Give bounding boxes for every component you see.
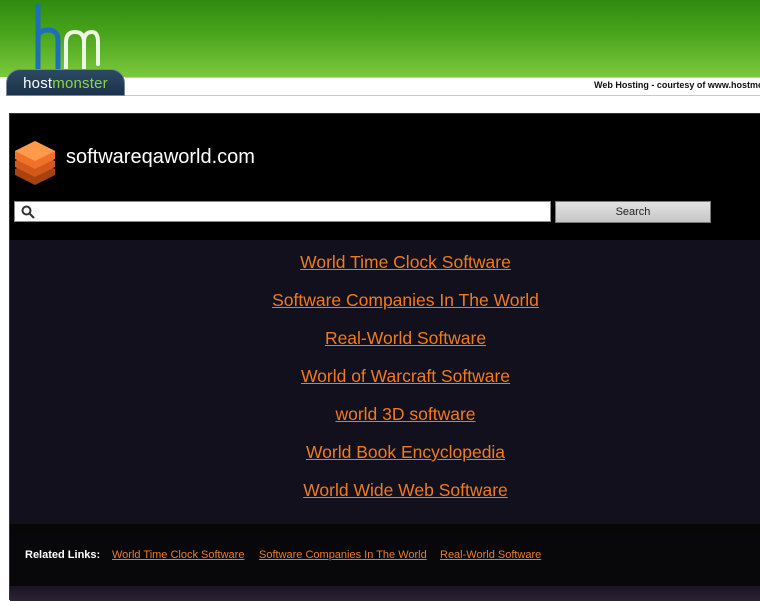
related-link-software-companies-in-the-world[interactable]: Software Companies In The World: [259, 549, 427, 561]
search-field[interactable]: [14, 201, 551, 222]
host-banner: hostmonster Web Hosting - courtesy of ww…: [0, 0, 760, 97]
list-item: Software Companies In The World: [10, 290, 760, 328]
list-item: world 3D software: [10, 404, 760, 442]
hostmonster-logo[interactable]: hostmonster: [6, 2, 125, 96]
link-world-book-encyclopedia[interactable]: World Book Encyclopedia: [306, 442, 505, 462]
link-real-world-software[interactable]: Real-World Software: [325, 328, 486, 348]
link-software-companies-in-the-world[interactable]: Software Companies In The World: [272, 290, 539, 310]
credit-bar: Web Hosting - courtesy of www.hostmonste…: [125, 77, 760, 96]
related-link-world-time-clock-software[interactable]: World Time Clock Software: [112, 549, 244, 561]
sponsored-link-list: World Time Clock Software Software Compa…: [10, 252, 760, 518]
link-world-wide-web-software[interactable]: World Wide Web Software: [303, 480, 508, 500]
list-item: World of Warcraft Software: [10, 366, 760, 404]
footer-strip: [10, 586, 760, 601]
search-button[interactable]: Search: [555, 201, 711, 223]
list-item: World Time Clock Software: [10, 252, 760, 290]
site-title: softwareqaworld.com: [66, 146, 255, 168]
link-world-time-clock-software[interactable]: World Time Clock Software: [300, 252, 511, 272]
site-header: softwareqaworld.com Search: [10, 114, 760, 240]
orange-layers-icon: [15, 141, 55, 185]
list-item: World Wide Web Software: [10, 480, 760, 518]
link-world-of-warcraft-software[interactable]: World of Warcraft Software: [301, 366, 510, 386]
link-world-3d-software[interactable]: world 3D software: [335, 404, 475, 424]
related-links-label: Related Links:: [25, 549, 101, 561]
search-icon: [21, 205, 35, 219]
related-links-bar: Related Links: World Time Clock Software…: [10, 534, 760, 586]
list-item: Real-World Software: [10, 328, 760, 366]
logo-monster-text: monster: [52, 75, 108, 92]
logo-wordmark: hostmonster: [6, 75, 125, 92]
related-link-real-world-software[interactable]: Real-World Software: [440, 549, 541, 561]
hm-logo-icon: [35, 3, 100, 70]
hosting-credit-link[interactable]: Web Hosting - courtesy of www.hostmonste…: [594, 80, 760, 90]
logo-host-text: host: [23, 75, 53, 92]
list-item: World Book Encyclopedia: [10, 442, 760, 480]
search-input[interactable]: [39, 203, 544, 220]
links-panel: World Time Clock Software Software Compa…: [10, 240, 760, 524]
parked-page-frame: softwareqaworld.com Search World Time Cl…: [9, 113, 760, 601]
